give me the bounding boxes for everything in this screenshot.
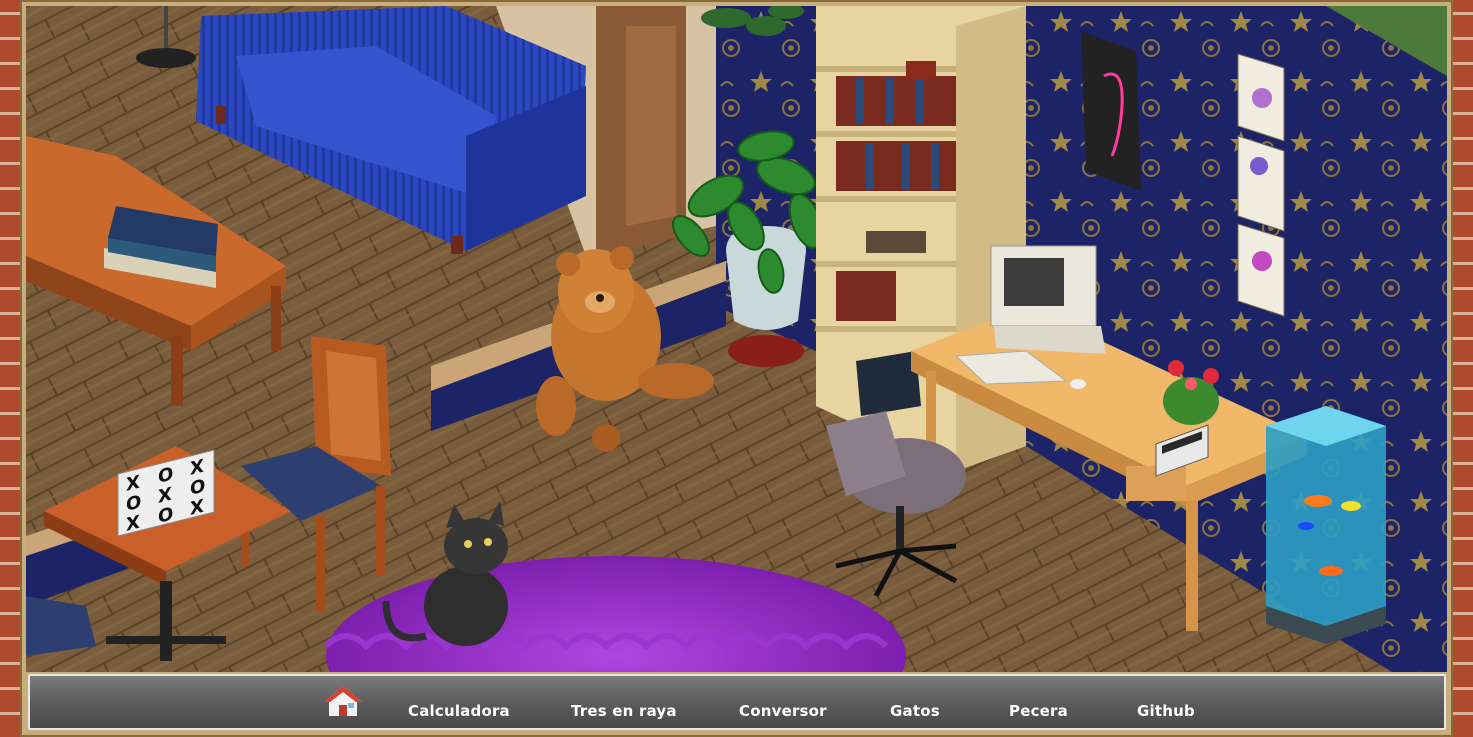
svg-text:X: X [126, 512, 140, 536]
fish-tank [1266, 406, 1386, 644]
nav-link-tres-en-raya[interactable]: Tres en raya [571, 702, 677, 722]
room-scene: XOX OXO XOX [26, 6, 1447, 672]
flamingo-poster [1081, 31, 1141, 191]
svg-text:X: X [190, 496, 204, 520]
brick-wall-right [1451, 0, 1473, 737]
nav-link-conversor[interactable]: Conversor [739, 702, 827, 722]
main-navbar: Calculadora Tres en raya Conversor Gatos… [28, 674, 1446, 730]
nav-link-github[interactable]: Github [1137, 702, 1195, 722]
home-button[interactable] [322, 684, 364, 718]
nav-link-calculadora[interactable]: Calculadora [408, 702, 510, 722]
flower-prints [1237, 53, 1285, 317]
svg-text:O: O [158, 503, 173, 527]
nav-link-gatos[interactable]: Gatos [890, 702, 940, 722]
nav-link-pecera[interactable]: Pecera [1009, 702, 1068, 722]
house-icon [324, 686, 362, 716]
